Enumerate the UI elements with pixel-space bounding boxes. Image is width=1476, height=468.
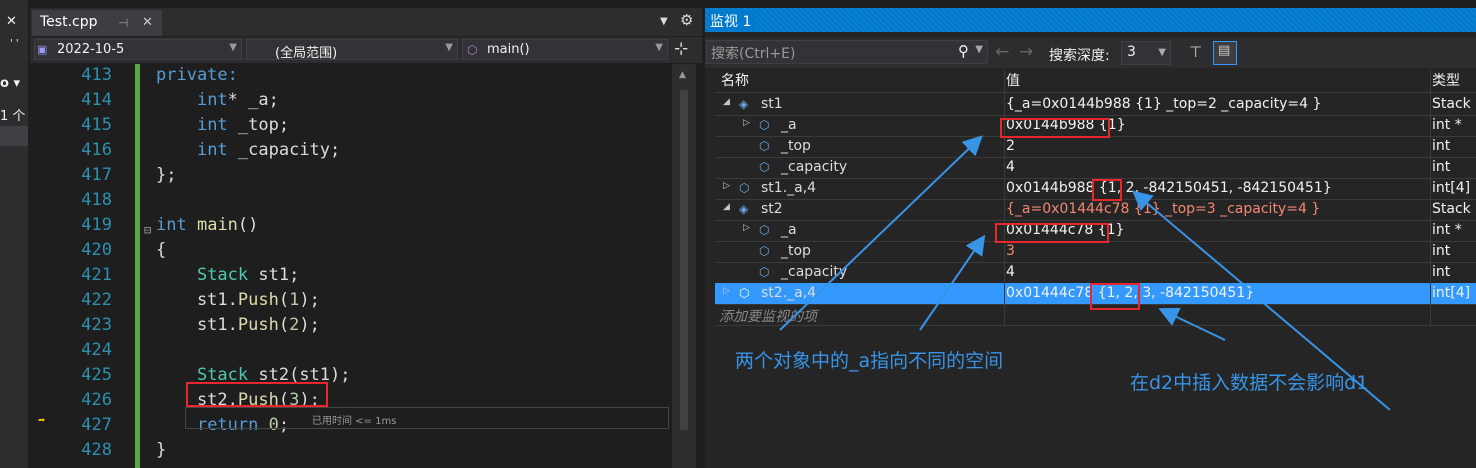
annotation-left: 两个对象中的_a指向不同的空间 bbox=[735, 350, 1004, 372]
arrow-to-st2-values bbox=[1158, 307, 1226, 341]
arrow-to-st2-a bbox=[919, 234, 986, 331]
annotation-right: 在d2中插入数据不会影响d1 bbox=[1130, 372, 1369, 394]
arrow-to-st1-a bbox=[779, 135, 983, 331]
annotation-arrows bbox=[779, 135, 1391, 411]
arrow-to-st1-values bbox=[1131, 190, 1251, 291]
